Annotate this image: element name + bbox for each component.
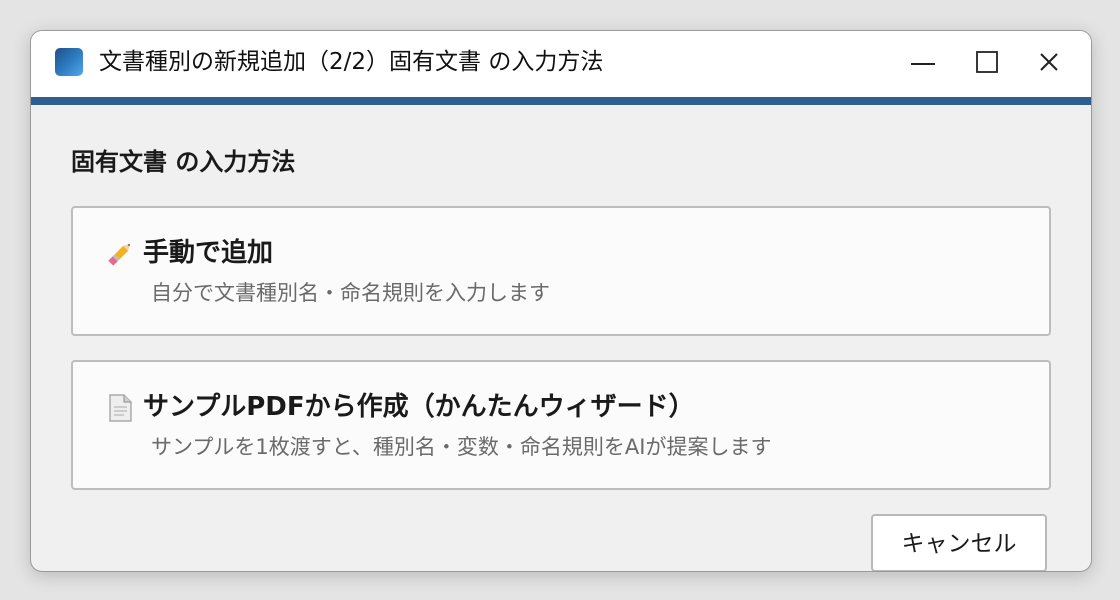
maximize-icon [976,51,998,73]
sample-pdf-wizard-label: サンプルPDFから作成（かんたんウィザード） [143,392,695,422]
minimize-icon [911,63,935,65]
window-title: 文書種別の新規追加（2/2）固有文書 の入力方法 [99,49,604,75]
section-title: 固有文書 の入力方法 [71,148,296,176]
app-icon [55,48,83,76]
pencil-icon [108,244,130,266]
maximize-button[interactable] [963,41,1009,85]
manual-add-description: 自分で文書種別名・命名規則を入力します [151,281,550,305]
document-icon [109,394,132,422]
close-button[interactable] [1025,41,1071,85]
sample-pdf-wizard-description: サンプルを1枚渡すと、種別名・変数・命名規則をAIが提案します [151,435,772,459]
manual-add-label: 手動で追加 [143,238,274,268]
close-icon [1040,53,1058,71]
title-bar[interactable]: 文書種別の新規追加（2/2）固有文書 の入力方法 [31,31,1091,98]
minimize-button[interactable] [899,41,945,85]
sample-pdf-wizard-option[interactable]: サンプルPDFから作成（かんたんウィザード） サンプルを1枚渡すと、種別名・変数… [71,360,1051,490]
accent-bar [31,97,1091,105]
manual-add-option[interactable]: 手動で追加 自分で文書種別名・命名規則を入力します [71,206,1051,336]
dialog-window: 文書種別の新規追加（2/2）固有文書 の入力方法 固有文書 の入力方法 手動で追… [30,30,1092,572]
cancel-button[interactable]: キャンセル [871,514,1047,571]
